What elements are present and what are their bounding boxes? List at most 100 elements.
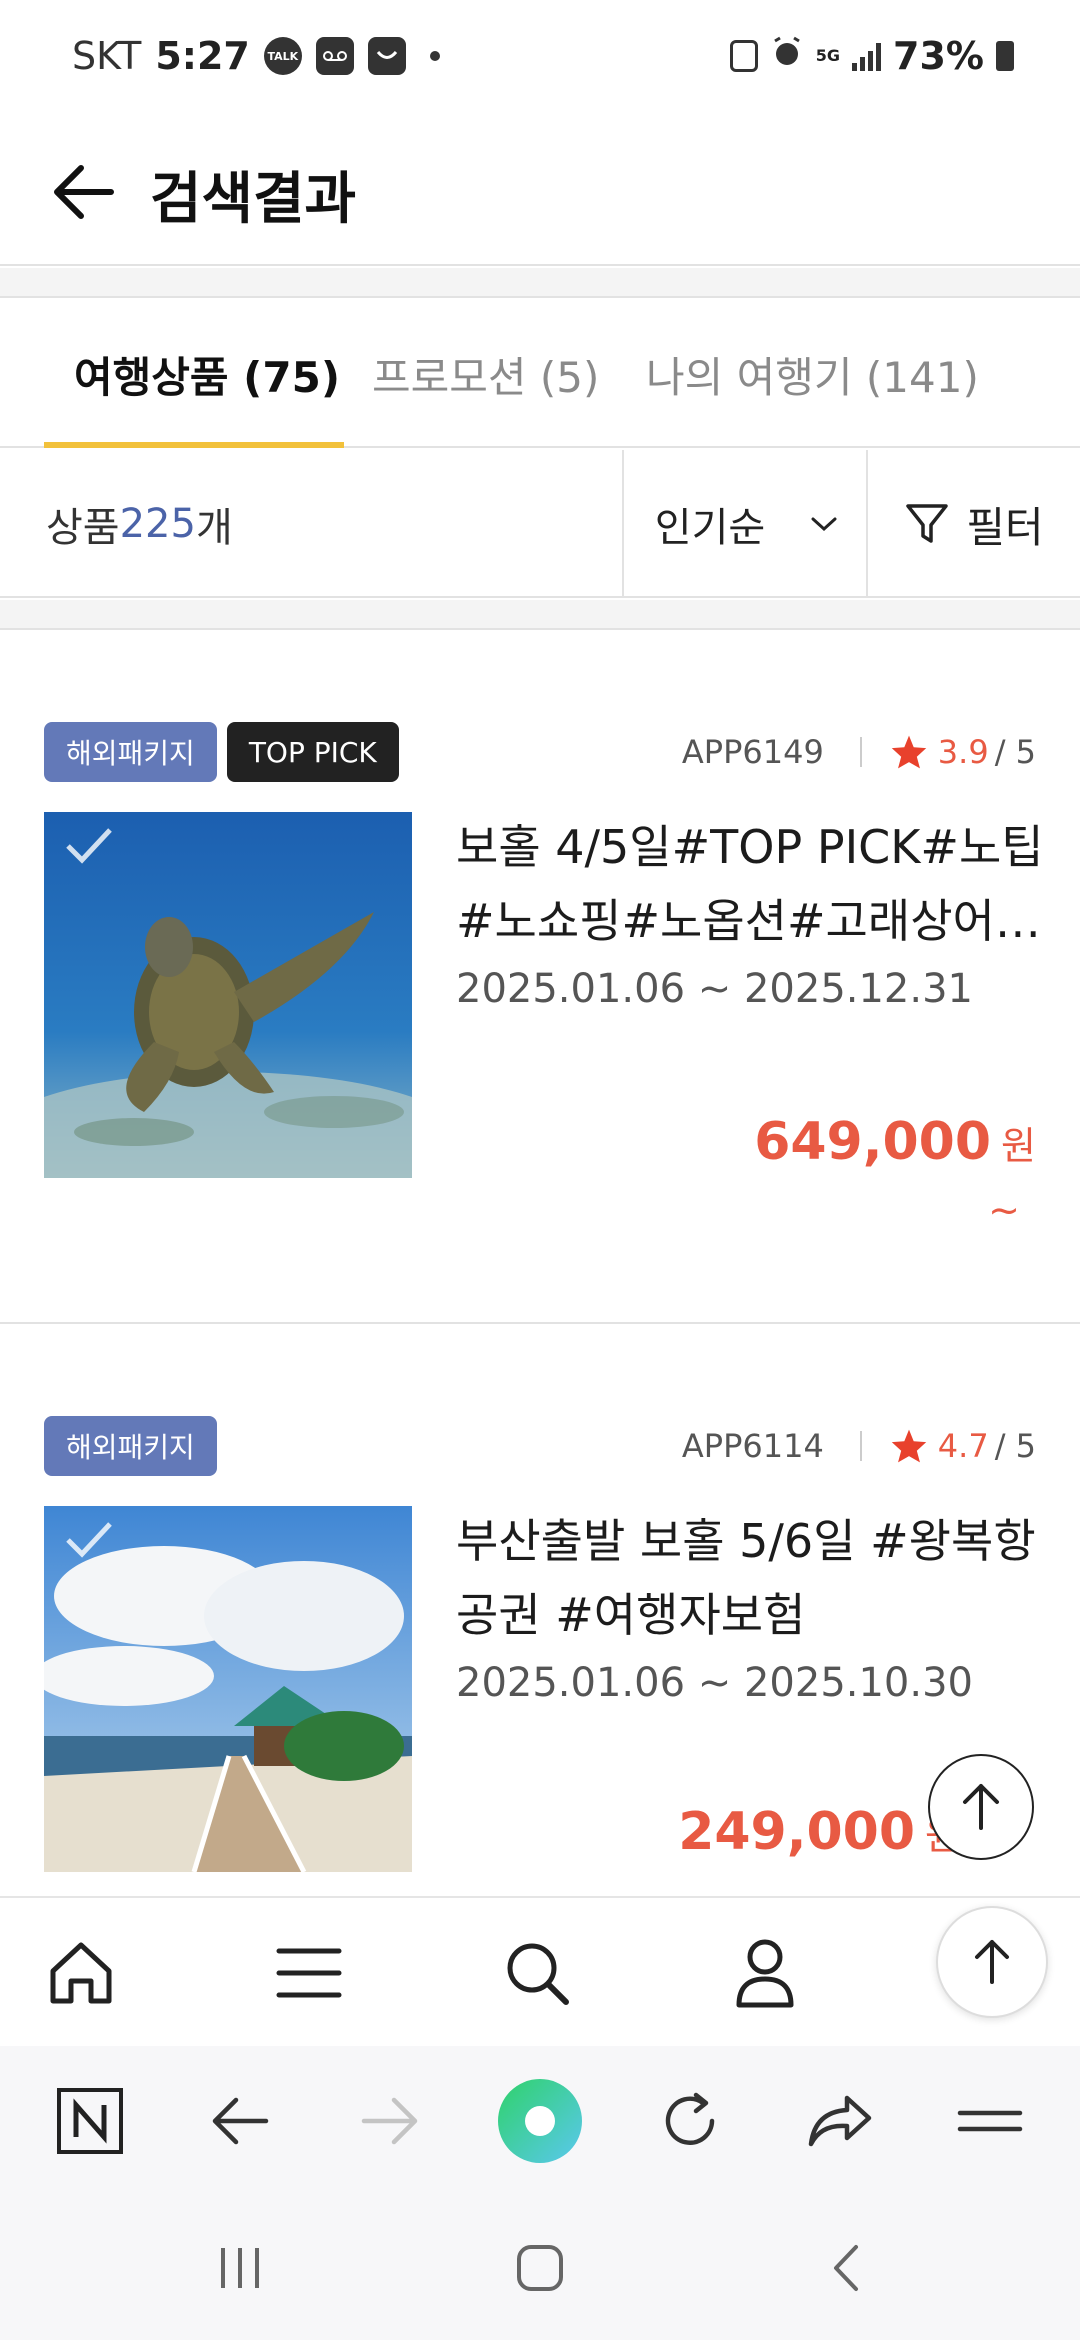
search-icon [507,1943,569,2005]
home-nav-button[interactable] [460,2196,620,2340]
section-divider [0,600,1080,630]
nav-home-button[interactable] [6,1898,156,2048]
browser-forward-button[interactable] [320,2046,460,2196]
product-code: APP6149 [681,733,824,771]
product-card[interactable]: 해외패키지 TOP PICK APP6149 3.9 / 5 보홀 4/5일#T… [0,632,1080,1324]
system-back-button[interactable] [766,2196,926,2340]
status-right: 5G 73% [729,34,1014,78]
share-button[interactable] [770,2046,910,2196]
sort-label: 인기순 [654,505,766,551]
naver-icon [57,2088,123,2154]
active-tab-indicator [44,442,344,448]
divider [859,1431,862,1461]
product-title[interactable]: 보홀 4/5일#TOP PICK#노팁 #노쇼핑#노옵션#고래상어… [456,810,1046,958]
arrow-up-icon [975,1940,1009,1984]
price-suffix: ~ [988,1188,1020,1232]
nav-mypage-button[interactable] [690,1898,840,2048]
check-icon [66,828,112,864]
title-line: #노쇼핑#노옵션#고래상어… [456,894,1041,948]
product-card[interactable]: 해외패키지 APP6114 4.7 / 5 부산출발 보홀 5/6일 #왕복항 … [0,1326,1080,1896]
product-count: 상품 225 개 [46,450,233,598]
travel-dates: 2025.01.06 ~ 2025.12.31 [456,966,973,1012]
menu-icon [276,1948,342,1998]
back-arrow-icon [212,2097,269,2145]
section-divider [0,268,1080,298]
count-prefix: 상품 [46,505,120,551]
alarm-icon [770,34,804,78]
recent-apps-icon [221,2248,259,2288]
green-dot-button[interactable] [470,2046,610,2196]
product-meta: APP6114 4.7 / 5 [682,1416,1036,1476]
green-dot-icon [498,2079,582,2163]
price-amount: 649,000 [754,1112,992,1172]
top-pick-badge: TOP PICK [226,722,399,782]
tab-promotions[interactable]: 프로모션 (5) [372,300,599,448]
title-line: 부산출발 보홀 5/6일 #왕복항 [456,1514,1036,1568]
carrier-label: SKT [72,34,142,78]
price: 649,000 원 [754,1112,1036,1172]
category-badge: 해외패키지 [44,722,217,782]
status-bar: SKT 5:27 TALK 5G 73% [0,0,1080,118]
voicemail-icon [315,37,354,75]
recent-apps-button[interactable] [160,2196,320,2340]
naver-home-button[interactable] [20,2046,160,2196]
price-amount: 249,000 [678,1802,916,1862]
chevron-down-icon [811,517,837,532]
battery-icon [996,41,1014,71]
network-type: 5G [815,46,841,65]
refresh-button[interactable] [620,2046,760,2196]
sort-dropdown[interactable]: 인기순 [624,450,868,598]
status-left: SKT 5:27 TALK [72,34,440,78]
product-code: APP6114 [681,1427,824,1465]
back-button[interactable] [34,144,130,240]
more-menu-button[interactable] [920,2046,1060,2196]
star-icon [891,1429,927,1463]
product-meta: APP6149 3.9 / 5 [682,722,1036,782]
refresh-icon [665,2092,715,2145]
nav-search-button[interactable] [462,1898,612,2048]
result-tabs: 여행상품 (75) 프로모션 (5) 나의 여행기 (141) [0,300,1080,448]
notification-dot-icon [429,51,440,61]
price-currency: 원 [1001,1124,1036,1168]
filter-button[interactable]: 필터 [868,450,1080,598]
scroll-top-button[interactable] [936,1906,1048,2018]
category-badge: 해외패키지 [44,1416,217,1476]
battery-percent: 73% [893,34,984,78]
arrow-up-icon [963,1784,999,1830]
rating-max: / 5 [994,1427,1036,1465]
shopping-icon [367,37,406,75]
rating-max: / 5 [994,733,1036,771]
rating-value: 3.9 [937,733,989,771]
browser-toolbar [0,2046,1080,2196]
user-icon [736,1939,794,2008]
result-controls: 상품 225 개 인기순 필터 [0,450,1080,598]
product-title[interactable]: 부산출발 보홀 5/6일 #왕복항 공권 #여행자보험 [456,1504,1046,1652]
title-line: 공권 #여행자보험 [456,1588,806,1642]
divider [859,737,862,767]
filter-icon [906,504,949,543]
app-header: 검색결과 [0,118,1080,266]
back-arrow-icon [54,165,114,219]
home-icon [50,1942,112,2004]
more-menu-icon [957,2110,1023,2132]
browser-back-button[interactable] [170,2046,310,2196]
tab-travel-products[interactable]: 여행상품 (75) [74,300,340,448]
system-nav-bar [0,2196,1080,2340]
star-icon [891,735,927,769]
filter-label: 필터 [966,502,1044,552]
count-value: 225 [119,501,196,547]
home-square-icon [517,2245,563,2291]
badge-group: 해외패키지 TOP PICK [44,722,399,782]
product-image[interactable] [44,812,412,1178]
page-title: 검색결과 [150,167,357,232]
signal-icon [852,41,882,71]
kakaotalk-icon: TALK [263,37,302,75]
scroll-top-button[interactable] [928,1754,1034,1860]
rating-value: 4.7 [937,1427,989,1465]
forward-arrow-icon [361,2097,418,2145]
battery-saver-icon [729,40,758,72]
price: 249,000 원 [678,1802,960,1862]
product-image[interactable] [44,1506,412,1872]
nav-menu-button[interactable] [234,1898,384,2048]
tab-my-travelogue[interactable]: 나의 여행기 (141) [646,300,979,448]
